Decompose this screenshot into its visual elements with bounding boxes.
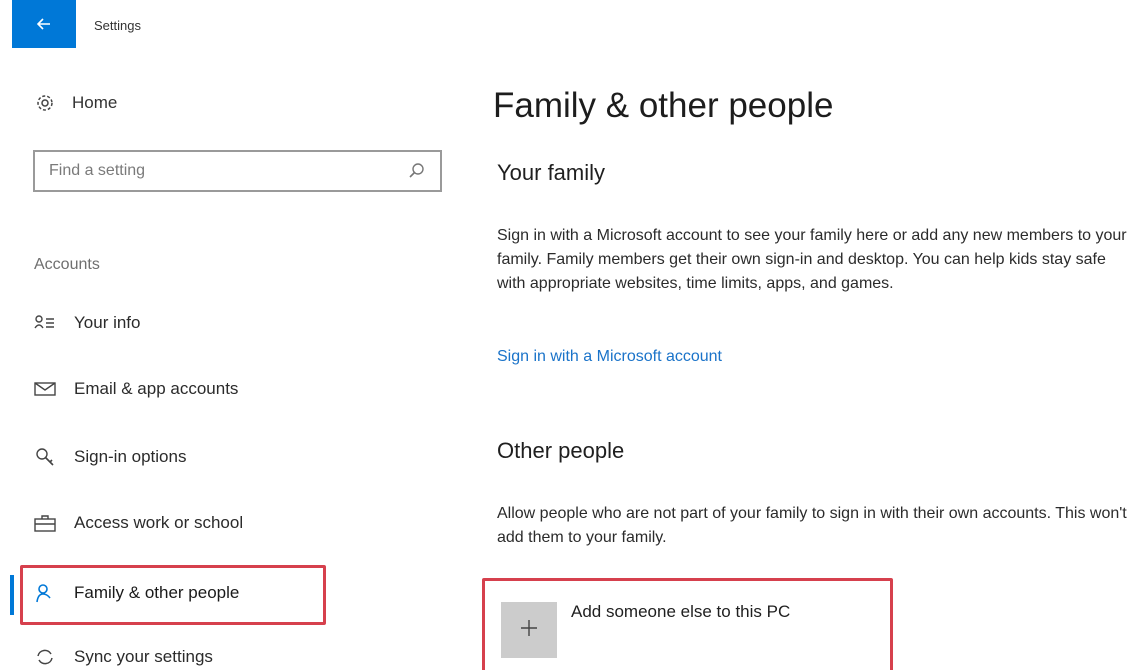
search-icon[interactable]: [408, 162, 426, 180]
your-family-heading: Your family: [497, 160, 606, 185]
sidebar-item-sync[interactable]: Sync your settings: [34, 646, 213, 668]
selection-indicator: [10, 575, 14, 615]
sidebar-item-label: Email & app accounts: [74, 379, 239, 398]
sidebar-item-email-accounts[interactable]: Email & app accounts: [34, 378, 238, 400]
sidebar-item-family[interactable]: Family & other people: [34, 582, 239, 604]
other-people-heading: Other people: [497, 438, 625, 463]
briefcase-icon: [34, 512, 56, 534]
add-someone-label[interactable]: Add someone else to this PC: [571, 602, 790, 622]
add-someone-button[interactable]: [501, 602, 557, 658]
sidebar-item-work-school[interactable]: Access work or school: [34, 512, 243, 534]
sidebar-item-label: Sign-in options: [74, 447, 187, 466]
home-label: Home: [72, 93, 118, 112]
back-arrow-icon: [37, 18, 51, 30]
other-people-description: Allow people who are not part of your fa…: [497, 505, 1127, 546]
home-link[interactable]: Home: [34, 92, 117, 114]
sync-icon: [34, 646, 56, 668]
person-icon: [34, 582, 56, 604]
person-card-icon: [34, 312, 56, 334]
plus-icon: [520, 619, 538, 642]
sidebar-item-sign-in-options[interactable]: Sign-in options: [34, 446, 186, 468]
window-title: Settings: [94, 18, 141, 33]
sidebar-item-label: Your info: [74, 313, 141, 332]
sidebar-item-your-info[interactable]: Your info: [34, 312, 140, 334]
gear-icon: [34, 92, 56, 114]
mail-icon: [34, 378, 56, 400]
your-family-description: Sign in with a Microsoft account to see …: [497, 227, 1127, 292]
key-icon: [34, 446, 56, 468]
settings-window: Settings Home Find a setting Accounts Yo…: [0, 0, 1142, 670]
search-input[interactable]: Find a setting: [33, 150, 442, 192]
section-label-accounts: Accounts: [34, 256, 100, 273]
page-title: Family & other people: [493, 86, 834, 125]
search-placeholder: Find a setting: [49, 162, 146, 179]
sidebar-item-label: Access work or school: [74, 513, 244, 532]
sidebar-item-label: Sync your settings: [74, 647, 213, 666]
sign-in-microsoft-link[interactable]: Sign in with a Microsoft account: [497, 348, 722, 366]
sidebar-item-label: Family & other people: [74, 583, 240, 602]
back-button[interactable]: [12, 0, 76, 48]
